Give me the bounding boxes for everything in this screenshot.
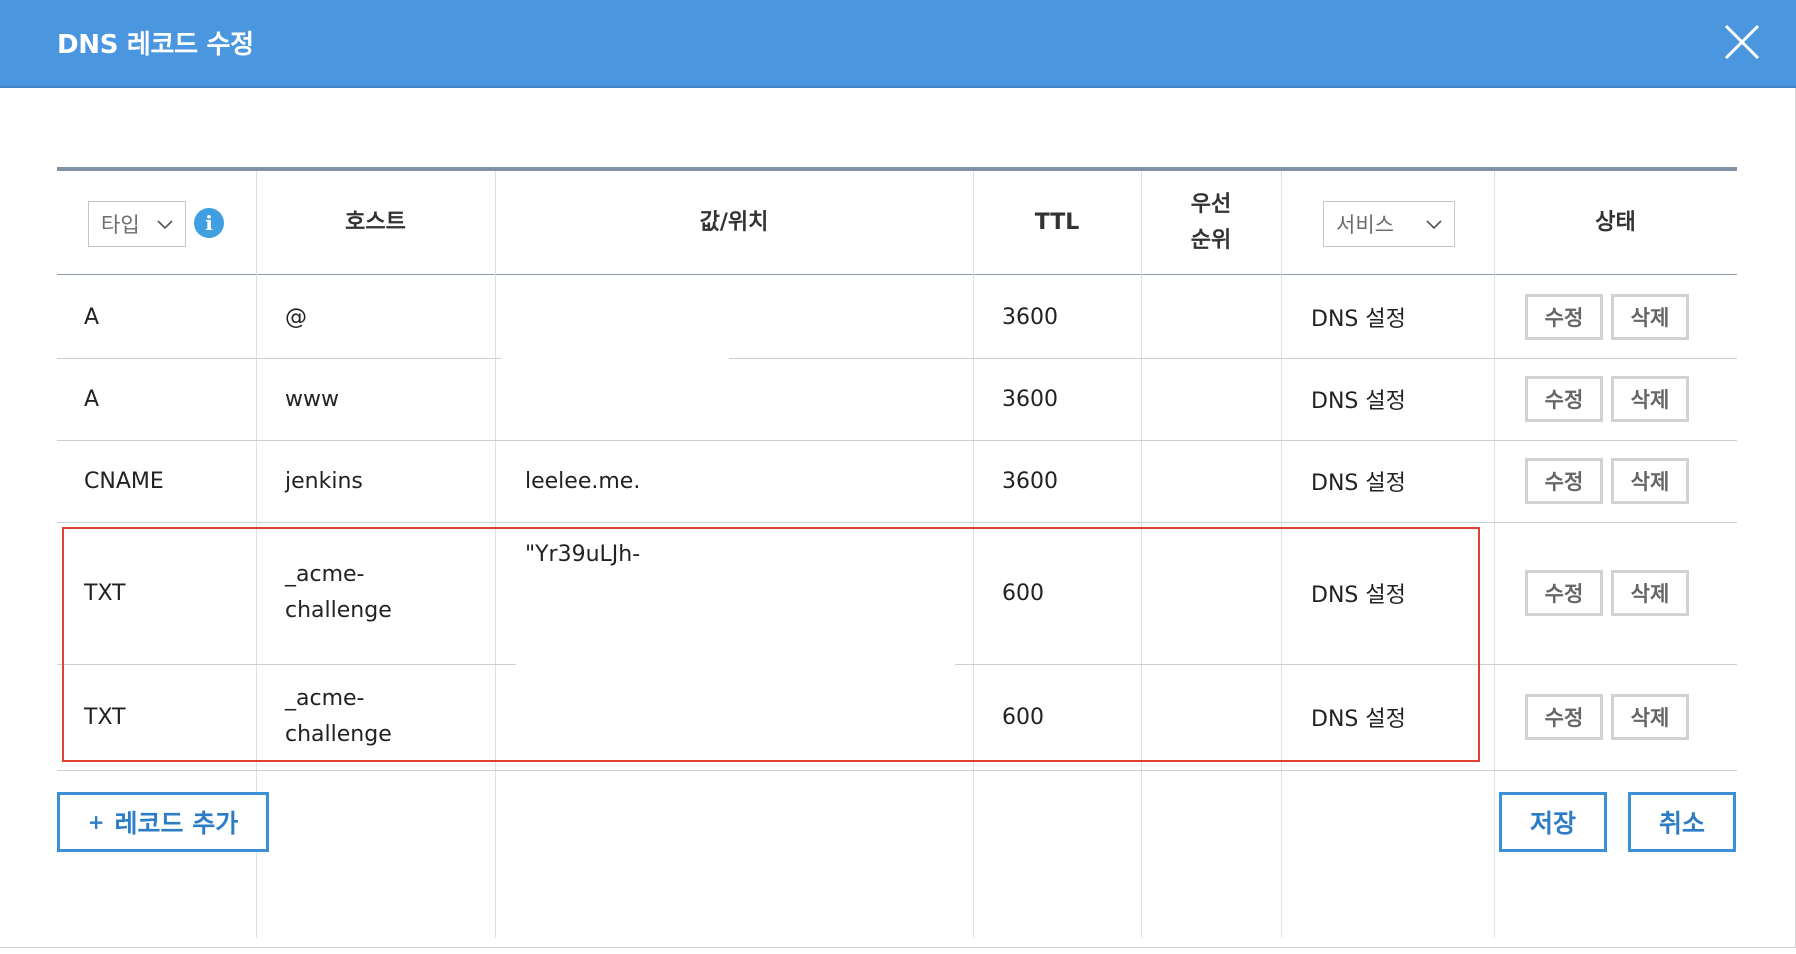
cell-value: "Yr39uLJh- — [525, 541, 641, 567]
cancel-button[interactable]: 취소 — [1628, 792, 1736, 852]
dialog-title: DNS 레코드 수정 — [57, 30, 254, 60]
cell-type: A — [84, 304, 100, 330]
header-status: 상태 — [1595, 210, 1636, 235]
close-icon — [1724, 24, 1760, 60]
cell-service: DNS 설정 — [1311, 389, 1406, 414]
table-row: TXT _acme- challenge "Yr39uLJh- 600 DNS … — [57, 522, 1737, 664]
type-filter-value: 타입 — [101, 213, 140, 237]
header-priority-line2: 순위 — [1190, 228, 1232, 253]
cell-host: _acme- challenge — [285, 522, 392, 664]
delete-button[interactable]: 삭제 — [1611, 294, 1689, 340]
cell-value: leelee.me. — [525, 468, 641, 494]
edit-button[interactable]: 수정 — [1525, 570, 1603, 616]
service-filter-value: 서비스 — [1336, 213, 1394, 237]
cell-service: DNS 설정 — [1311, 707, 1406, 732]
type-filter-select[interactable]: 타입 — [88, 201, 186, 247]
cell-host-line2: challenge — [285, 722, 392, 747]
header-ttl: TTL — [1034, 210, 1080, 235]
cell-type: A — [84, 386, 100, 412]
cell-host-line1: _acme- — [285, 562, 365, 587]
cell-host-line1: _acme- — [285, 686, 365, 711]
delete-button[interactable]: 삭제 — [1611, 376, 1689, 422]
cell-service: DNS 설정 — [1311, 471, 1406, 496]
plus-icon: + — [87, 810, 105, 834]
edit-button[interactable]: 수정 — [1525, 294, 1603, 340]
cell-ttl: 3600 — [1002, 304, 1058, 330]
info-icon[interactable]: i — [194, 208, 224, 238]
cell-host-line2: challenge — [285, 598, 392, 623]
cell-host: www — [285, 386, 339, 412]
header-value: 값/위치 — [699, 210, 769, 235]
dns-record-edit-dialog: DNS 레코드 수정 타입 i 호스트 값/위치 TTL 우선 순위 서비스 상… — [0, 0, 1796, 948]
dialog-titlebar: DNS 레코드 수정 — [0, 0, 1796, 88]
cell-ttl: 600 — [1002, 704, 1044, 730]
table-row: CNAME jenkins leelee.me. 3600 DNS 설정 수정 … — [57, 440, 1737, 522]
cell-service: DNS 설정 — [1311, 583, 1406, 608]
cell-host: @ — [285, 304, 307, 330]
cell-ttl: 3600 — [1002, 386, 1058, 412]
header-priority: 우선 순위 — [1141, 171, 1281, 275]
save-button[interactable]: 저장 — [1499, 792, 1607, 852]
table-row: TXT _acme- challenge 600 DNS 설정 수정 삭제 — [57, 664, 1737, 770]
cell-host: jenkins — [285, 468, 363, 494]
edit-button[interactable]: 수정 — [1525, 376, 1603, 422]
chevron-down-icon — [157, 220, 173, 230]
add-record-button[interactable]: + 레코드 추가 — [57, 792, 269, 852]
chevron-down-icon — [1426, 220, 1442, 230]
cell-type: TXT — [84, 704, 126, 730]
close-button[interactable] — [1718, 18, 1766, 66]
cell-ttl: 3600 — [1002, 468, 1058, 494]
cell-type: TXT — [84, 580, 126, 606]
header-host: 호스트 — [345, 210, 406, 235]
edit-button[interactable]: 수정 — [1525, 458, 1603, 504]
delete-button[interactable]: 삭제 — [1611, 570, 1689, 616]
table-row: A @ 3600 DNS 설정 수정 삭제 — [57, 276, 1737, 358]
edit-button[interactable]: 수정 — [1525, 694, 1603, 740]
service-filter-select[interactable]: 서비스 — [1323, 201, 1455, 247]
add-record-label: 레코드 추가 — [114, 809, 239, 838]
cell-type: CNAME — [84, 468, 164, 494]
cell-ttl: 600 — [1002, 580, 1044, 606]
delete-button[interactable]: 삭제 — [1611, 694, 1689, 740]
cell-service: DNS 설정 — [1311, 307, 1406, 332]
table-bottom-border — [57, 770, 1737, 771]
delete-button[interactable]: 삭제 — [1611, 458, 1689, 504]
table-row: A www 3600 DNS 설정 수정 삭제 — [57, 358, 1737, 440]
header-priority-line1: 우선 — [1190, 192, 1232, 217]
cell-host: _acme- challenge — [285, 664, 392, 770]
